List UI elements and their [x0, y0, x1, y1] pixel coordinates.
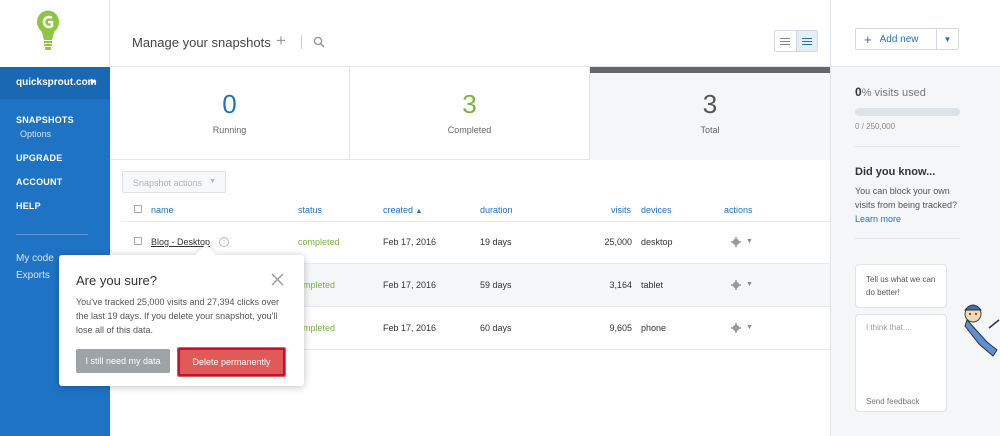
- compact-view-icon: [801, 36, 812, 47]
- page-title: Manage your snapshots: [132, 35, 271, 50]
- sidebar-item-my-code[interactable]: My code: [16, 253, 54, 264]
- plus-icon: +: [864, 31, 872, 47]
- right-panel: + Add new ▼ 0% visits used 0 / 250,000 D…: [830, 0, 1000, 436]
- learn-more-link[interactable]: Learn more: [855, 214, 901, 224]
- feedback-prompt: Tell us what we can do better!: [855, 264, 947, 308]
- sidebar-item-account[interactable]: ACCOUNT: [0, 174, 110, 198]
- search-icon[interactable]: [313, 36, 325, 48]
- chevron-down-icon[interactable]: ▼: [936, 29, 958, 49]
- gear-icon[interactable]: [731, 237, 741, 247]
- header: Manage your snapshots +: [110, 0, 830, 67]
- compact-view-button[interactable]: [795, 31, 817, 51]
- column-header-created[interactable]: created ▲: [383, 205, 422, 215]
- list-view-icon: [780, 36, 791, 47]
- visits-used-label: % visits used: [861, 87, 926, 99]
- column-header-created-label: created: [383, 205, 414, 215]
- snapshot-actions-label: Snapshot actions: [133, 178, 203, 188]
- mascot-icon: [963, 304, 1000, 357]
- column-header-visits[interactable]: visits: [611, 205, 631, 215]
- created-date: Feb 17, 2016: [383, 323, 437, 333]
- site-selector[interactable]: quicksprout.com ▸: [0, 67, 110, 99]
- sort-up-icon: ▲: [415, 208, 423, 215]
- dialog-title: Are you sure?: [76, 273, 157, 288]
- device-value: phone: [641, 323, 667, 333]
- stat-running-value: 0: [222, 89, 237, 119]
- logo-bulb-icon[interactable]: [36, 10, 60, 52]
- sidebar-nav: SNAPSHOTS Options UPGRADE ACCOUNT HELP: [0, 112, 110, 222]
- feedback-placeholder: I think that...: [866, 323, 910, 332]
- visits-progress-bar: [855, 108, 960, 116]
- visits-used: 0% visits used: [855, 85, 926, 99]
- right-panel-header: + Add new ▼: [831, 0, 1000, 67]
- gear-icon[interactable]: [731, 323, 741, 333]
- visits-count: 0 / 250,000: [855, 122, 896, 131]
- dialog-message: You've tracked 25,000 visits and 27,394 …: [76, 297, 280, 335]
- keep-data-button[interactable]: I still need my data: [76, 349, 170, 373]
- created-date: Feb 17, 2016: [383, 237, 437, 247]
- stat-completed-label: Completed: [447, 125, 492, 135]
- sidebar-item-exports[interactable]: Exports: [16, 270, 50, 281]
- duration-value: 60 days: [480, 323, 512, 333]
- visits-value: 3,164: [609, 280, 632, 290]
- device-value: tablet: [641, 280, 664, 290]
- visits-percent: 0: [855, 85, 862, 99]
- duration-value: 19 days: [480, 237, 512, 247]
- chevron-down-icon[interactable]: ▼: [746, 324, 753, 331]
- status-badge: completed: [298, 237, 340, 247]
- close-icon[interactable]: [271, 273, 284, 286]
- stat-total-value: 3: [702, 89, 718, 119]
- column-header-devices[interactable]: devices: [641, 205, 672, 215]
- plus-icon[interactable]: +: [276, 32, 286, 49]
- stat-running-label: Running: [212, 125, 247, 135]
- stat-completed-value: 3: [462, 89, 477, 119]
- add-new-button[interactable]: + Add new ▼: [855, 28, 959, 50]
- logo-area: [0, 0, 110, 67]
- delete-confirm-dialog: Are you sure? You've tracked 25,000 visi…: [59, 244, 304, 386]
- column-header-status[interactable]: status: [298, 205, 322, 215]
- panel-divider: [855, 238, 960, 239]
- visits-value: 9,605: [609, 323, 632, 333]
- stat-completed[interactable]: 3 Completed: [350, 67, 590, 160]
- site-name: quicksprout.com: [16, 77, 97, 88]
- header-divider: [301, 35, 302, 49]
- did-you-know-title: Did you know...: [855, 166, 936, 178]
- list-view-button[interactable]: [775, 31, 796, 51]
- stat-running[interactable]: 0 Running: [110, 67, 350, 160]
- chevron-down-icon[interactable]: ▼: [746, 238, 753, 245]
- feedback-textarea[interactable]: I think that... Send feedback: [855, 314, 947, 412]
- panel-divider: [855, 146, 960, 147]
- send-feedback-button[interactable]: Send feedback: [866, 397, 919, 406]
- sidebar-item-options[interactable]: Options: [0, 128, 110, 150]
- chevron-down-icon[interactable]: ▼: [746, 281, 753, 288]
- sidebar-item-upgrade[interactable]: UPGRADE: [0, 150, 110, 174]
- view-toggle: [774, 30, 818, 52]
- duration-value: 59 days: [480, 280, 512, 290]
- snapshot-name-link[interactable]: Blog - Desktop: [151, 237, 210, 247]
- column-header-actions: actions: [724, 205, 753, 215]
- chevron-right-icon: ▸: [90, 76, 96, 87]
- add-new-label: Add new: [879, 33, 919, 45]
- sidebar-divider: [16, 234, 88, 235]
- chevron-down-icon: ▼: [209, 178, 216, 185]
- select-all-checkbox[interactable]: [134, 205, 142, 213]
- snapshot-actions-dropdown[interactable]: Snapshot actions ▼: [122, 171, 226, 193]
- delete-permanently-button[interactable]: Delete permanently: [177, 347, 286, 377]
- gear-icon[interactable]: [731, 280, 741, 290]
- created-date: Feb 17, 2016: [383, 280, 437, 290]
- stat-total[interactable]: 3 Total: [590, 67, 830, 160]
- stat-total-label: Total: [700, 125, 720, 135]
- info-icon[interactable]: i: [219, 237, 229, 247]
- visits-value: 25,000: [604, 237, 632, 247]
- did-you-know-text: You can block your own visits from being…: [855, 186, 958, 210]
- column-header-name[interactable]: name: [151, 205, 174, 215]
- column-header-duration[interactable]: duration: [480, 205, 513, 215]
- row-checkbox[interactable]: [134, 237, 142, 245]
- device-value: desktop: [641, 237, 673, 247]
- stats-bar: 0 Running 3 Completed 3 Total: [110, 67, 830, 160]
- sidebar-item-help[interactable]: HELP: [0, 198, 110, 222]
